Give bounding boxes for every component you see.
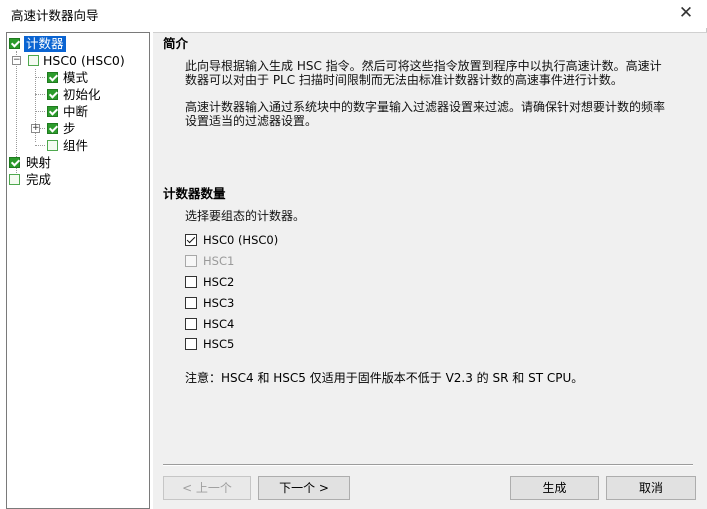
checkbox-box[interactable]: [185, 276, 197, 288]
counters-heading: 计数器数量: [163, 186, 226, 201]
tree-check-icon[interactable]: [47, 140, 58, 151]
checkbox-label: HSC3: [203, 296, 235, 310]
next-button[interactable]: 下一个 >: [258, 476, 350, 500]
tree-check-icon[interactable]: [47, 89, 58, 100]
intro-paragraph-2: 高速计数器输入通过系统块中的数字量输入过滤器设置来过滤。请确保针对想要计数的频率…: [185, 100, 666, 128]
tree-item-label: 计数器: [24, 36, 66, 52]
tree-check-icon[interactable]: [9, 38, 20, 49]
checkbox-label: HSC2: [203, 275, 235, 289]
tree-item-label: 组件: [63, 138, 89, 153]
checkbox-box[interactable]: [185, 297, 197, 309]
counters-prompt: 选择要组态的计数器。: [185, 209, 306, 223]
footer-separator: [163, 464, 693, 466]
intro-paragraph-1: 此向导根据输入生成 HSC 指令。然后可将这些指令放置到程序中以执行高速计数。高…: [185, 59, 662, 87]
tree-item-label: 初始化: [63, 87, 101, 102]
checkbox-box[interactable]: [185, 318, 197, 330]
collapse-icon[interactable]: −: [12, 56, 21, 65]
tree-item-label: 中断: [63, 104, 89, 119]
title-bar: 高速计数器向导 ✕: [0, 0, 707, 28]
checkbox-label: HSC5: [203, 337, 235, 351]
tree-item-label: 模式: [63, 70, 89, 85]
tree-check-icon[interactable]: [47, 123, 58, 134]
firmware-note: 注意：HSC4 和 HSC5 仅适用于固件版本不低于 V2.3 的 SR 和 S…: [185, 371, 584, 385]
intro-heading: 简介: [163, 36, 189, 51]
tree-item-label: HSC0 (HSC0): [43, 53, 125, 68]
wizard-window: 高速计数器向导 ✕ 计数器 − HSC0 (HSC0) 模式 初始化 中断 + …: [0, 0, 707, 509]
checkbox-label: HSC4: [203, 317, 235, 331]
checkbox-box: [185, 255, 197, 267]
checkbox-box[interactable]: [185, 338, 197, 350]
generate-button[interactable]: 生成: [510, 476, 599, 500]
window-title: 高速计数器向导: [11, 8, 99, 23]
checkbox-label: HSC1: [203, 254, 235, 268]
tree-item-label: 映射: [26, 155, 52, 170]
cancel-button[interactable]: 取消: [606, 476, 696, 500]
wizard-tree: 计数器 − HSC0 (HSC0) 模式 初始化 中断 + 步 组件 映射 完成: [6, 32, 150, 509]
prev-button[interactable]: < 上一个: [163, 476, 251, 500]
close-icon[interactable]: ✕: [675, 2, 697, 24]
checkbox-box[interactable]: [185, 234, 197, 246]
tree-check-icon[interactable]: [28, 55, 39, 66]
content-panel: 简介 此向导根据输入生成 HSC 指令。然后可将这些指令放置到程序中以执行高速计…: [153, 32, 707, 509]
checkbox-label: HSC0 (HSC0): [203, 233, 279, 247]
tree-check-icon[interactable]: [9, 157, 20, 168]
tree-item-label: 完成: [26, 172, 52, 187]
tree-item-label: 步: [63, 121, 76, 136]
tree-check-icon[interactable]: [9, 174, 20, 185]
tree-check-icon[interactable]: [47, 72, 58, 83]
expand-icon[interactable]: +: [31, 124, 40, 133]
tree-check-icon[interactable]: [47, 106, 58, 117]
